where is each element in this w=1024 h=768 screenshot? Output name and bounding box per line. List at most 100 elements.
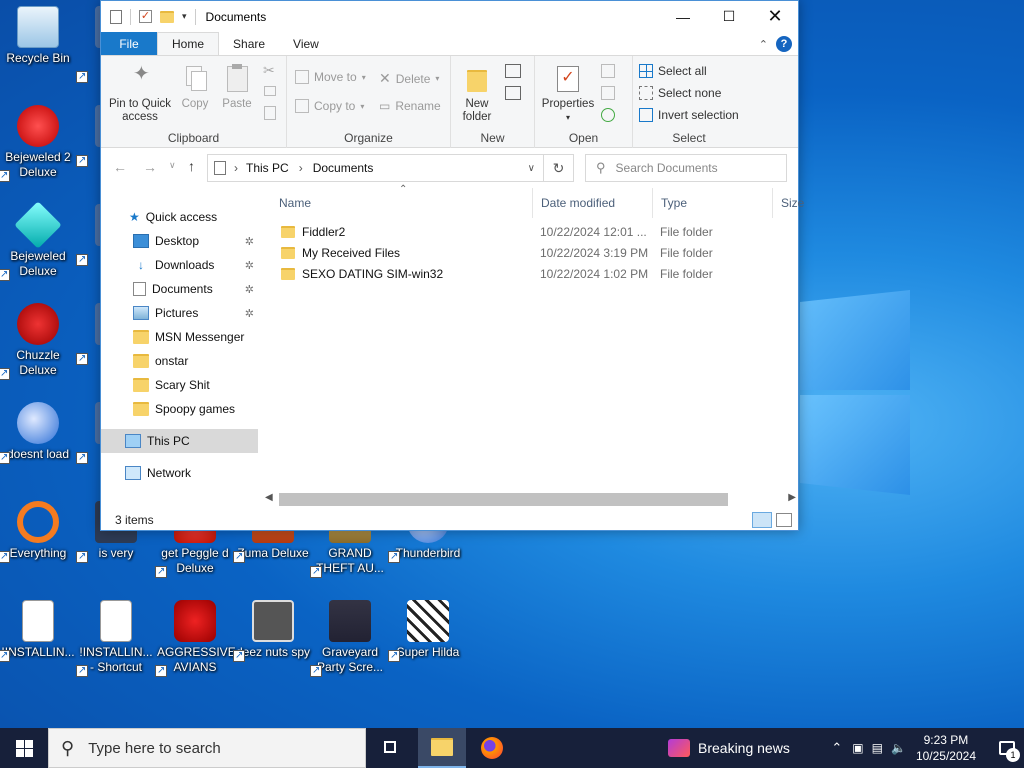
nav-item-spoopy-games[interactable]: Spoopy games bbox=[101, 397, 258, 421]
select-none-button[interactable]: Select none bbox=[639, 86, 721, 100]
file-name: My Received Files bbox=[302, 245, 401, 260]
open-icon[interactable] bbox=[601, 64, 615, 78]
taskbar-file-explorer[interactable] bbox=[418, 728, 466, 768]
desktop-icon-label: Everything bbox=[9, 546, 67, 560]
desktop-icon-everything[interactable]: Everything bbox=[0, 501, 76, 564]
collapse-ribbon-chevron-icon[interactable]: ⌃ bbox=[759, 38, 768, 51]
horizontal-scrollbar[interactable]: ◀ ▶ bbox=[261, 491, 800, 508]
edit-icon[interactable] bbox=[601, 86, 615, 100]
select-all-button[interactable]: Select all bbox=[639, 64, 707, 78]
desktop-icon-install1[interactable]: !INSTALLIN... bbox=[0, 600, 76, 663]
help-icon[interactable]: ? bbox=[776, 36, 792, 52]
new-folder-quick-icon[interactable] bbox=[160, 10, 174, 23]
table-row[interactable]: SEXO DATING SIM-win32 10/22/2024 1:02 PM F… bbox=[271, 263, 799, 284]
desktop-icon-aggressive[interactable]: AGGRESSIVE AVIANS bbox=[155, 600, 236, 678]
pin-icon[interactable]: ✲ bbox=[245, 259, 254, 272]
task-view-button[interactable] bbox=[378, 738, 406, 758]
table-row[interactable]: Fiddler2 10/22/2024 12:01 ... File folder bbox=[271, 221, 799, 242]
bejeweled-2-icon bbox=[17, 105, 59, 147]
breadcrumb-documents[interactable]: Documents bbox=[313, 161, 374, 175]
move-to-button[interactable]: Move to ▾ bbox=[295, 70, 366, 84]
show-hidden-icons-chevron-icon[interactable]: ⌃ bbox=[831, 740, 842, 756]
scroll-left-arrow-icon[interactable]: ◀ bbox=[265, 492, 273, 503]
breadcrumb-this-pc[interactable]: This PC bbox=[246, 161, 289, 175]
history-icon[interactable] bbox=[601, 108, 615, 122]
nav-quick-access[interactable]: ★ Quick access bbox=[101, 205, 258, 229]
close-button[interactable]: ✕ bbox=[752, 1, 798, 32]
copy-button[interactable]: Copy bbox=[177, 64, 213, 111]
tab-share[interactable]: Share bbox=[219, 32, 279, 55]
refresh-button[interactable]: ↻ bbox=[543, 154, 574, 182]
desktop-icon-bej2[interactable]: Bejeweled 2 Deluxe bbox=[0, 105, 76, 183]
new-item-icon[interactable] bbox=[505, 64, 521, 78]
details-view-icon[interactable] bbox=[752, 512, 772, 528]
customize-toolbar-chevron-icon[interactable]: ▾ bbox=[182, 11, 187, 22]
maximize-button[interactable]: ☐ bbox=[706, 1, 752, 32]
paste-shortcut-icon[interactable] bbox=[264, 106, 276, 120]
volume-icon[interactable]: 🔈 bbox=[891, 741, 906, 755]
search-box[interactable]: ⚲ Search Documents bbox=[585, 154, 787, 182]
invert-selection-button[interactable]: Invert selection bbox=[639, 108, 739, 122]
desktop-icon-doesnt[interactable]: doesnt load bbox=[0, 402, 76, 465]
delete-x-icon: ✕ bbox=[379, 70, 391, 86]
nav-item-downloads[interactable]: ↓ Downloads ✲ bbox=[101, 253, 258, 277]
properties-check-icon[interactable]: ✓ bbox=[139, 10, 152, 23]
large-icons-view-icon[interactable] bbox=[776, 513, 792, 527]
desktop-icon-graveyard[interactable]: Graveyard Party Scre... bbox=[310, 600, 388, 678]
meet-now-icon[interactable]: ▣ bbox=[852, 741, 863, 755]
address-dropdown-chevron-icon[interactable]: ∨ bbox=[528, 163, 535, 174]
new-folder-button[interactable]: New folder bbox=[455, 64, 499, 124]
nav-item-scary-shit[interactable]: Scary Shit bbox=[101, 373, 258, 397]
nav-item-onstar[interactable]: onstar bbox=[101, 349, 258, 373]
scrollbar-thumb[interactable] bbox=[279, 493, 728, 506]
copy-to-button[interactable]: Copy to ▾ bbox=[295, 99, 364, 113]
tab-home[interactable]: Home bbox=[157, 32, 220, 55]
taskbar-firefox[interactable] bbox=[468, 728, 516, 768]
minimize-button[interactable]: — bbox=[660, 1, 706, 32]
desktop-icon-hilda[interactable]: Super Hilda bbox=[388, 600, 466, 663]
desktop-icon-bej[interactable]: Bejeweled Deluxe bbox=[0, 201, 76, 282]
column-header-size[interactable]: Size bbox=[773, 188, 813, 218]
desktop-icon-label: Zuma Deluxe bbox=[237, 546, 309, 560]
pin-quick-access-button[interactable]: ✦ Pin to Quick access bbox=[107, 64, 173, 124]
taskbar-search-box[interactable]: ⚲ Type here to search bbox=[48, 728, 366, 768]
delete-button[interactable]: ✕ Delete ▾ bbox=[379, 70, 439, 87]
title-bar[interactable]: ✓ ▾ Documents — ☐ ✕ bbox=[101, 1, 798, 32]
desktop-icon-chuzzle[interactable]: Chuzzle Deluxe bbox=[0, 303, 76, 381]
column-header-date[interactable]: Date modified bbox=[533, 188, 653, 218]
tab-file[interactable]: File bbox=[101, 32, 157, 55]
nav-this-pc[interactable]: This PC bbox=[101, 429, 258, 453]
tab-view[interactable]: View bbox=[279, 32, 333, 55]
copy-path-icon[interactable] bbox=[264, 86, 276, 96]
desktop-icon-recycle[interactable]: Recycle Bin bbox=[0, 6, 76, 66]
start-button[interactable] bbox=[0, 728, 48, 768]
properties-button[interactable]: ✓ Properties ▾ bbox=[539, 64, 597, 124]
rename-button[interactable]: ▭ Rename bbox=[379, 99, 441, 113]
paste-button[interactable]: Paste bbox=[219, 64, 255, 111]
scroll-right-arrow-icon[interactable]: ▶ bbox=[788, 492, 796, 503]
nav-item-pictures[interactable]: Pictures ✲ bbox=[101, 301, 258, 325]
back-arrow-icon[interactable]: ← bbox=[113, 159, 127, 175]
nav-item-documents[interactable]: Documents ✲ bbox=[101, 277, 258, 301]
pin-icon[interactable]: ✲ bbox=[245, 235, 254, 248]
desktop-icon-install2[interactable]: !INSTALLIN... - Shortcut bbox=[76, 600, 154, 678]
news-widget[interactable]: Breaking news bbox=[668, 728, 790, 768]
forward-arrow-icon[interactable]: → bbox=[143, 159, 157, 175]
up-arrow-icon[interactable]: ↑ bbox=[188, 158, 195, 174]
clock[interactable]: 9:23 PM 10/25/2024 bbox=[916, 732, 976, 764]
pin-icon[interactable]: ✲ bbox=[245, 307, 254, 320]
desktop-icon-deeznuts[interactable]: deez nuts spy bbox=[233, 600, 311, 663]
easy-access-icon[interactable] bbox=[505, 86, 521, 100]
pin-icon[interactable]: ✲ bbox=[245, 283, 254, 296]
address-bar[interactable]: › This PC › Documents ∨ bbox=[207, 154, 544, 182]
network-status-icon[interactable]: ▤ bbox=[872, 741, 883, 755]
column-header-type[interactable]: Type bbox=[653, 188, 773, 218]
nav-network[interactable]: Network bbox=[101, 461, 258, 485]
table-row[interactable]: My Received Files 10/22/2024 3:19 PM File … bbox=[271, 242, 799, 263]
nav-item-desktop[interactable]: Desktop ✲ bbox=[101, 229, 258, 253]
notification-center-button[interactable]: 1 bbox=[990, 728, 1024, 768]
cut-icon[interactable]: ✂ bbox=[263, 62, 275, 79]
nav-item-msn-messenger[interactable]: MSN Messenger bbox=[101, 325, 258, 349]
recent-locations-chevron-icon[interactable]: ∨ bbox=[169, 160, 176, 171]
column-header-name[interactable]: Name bbox=[271, 188, 533, 218]
